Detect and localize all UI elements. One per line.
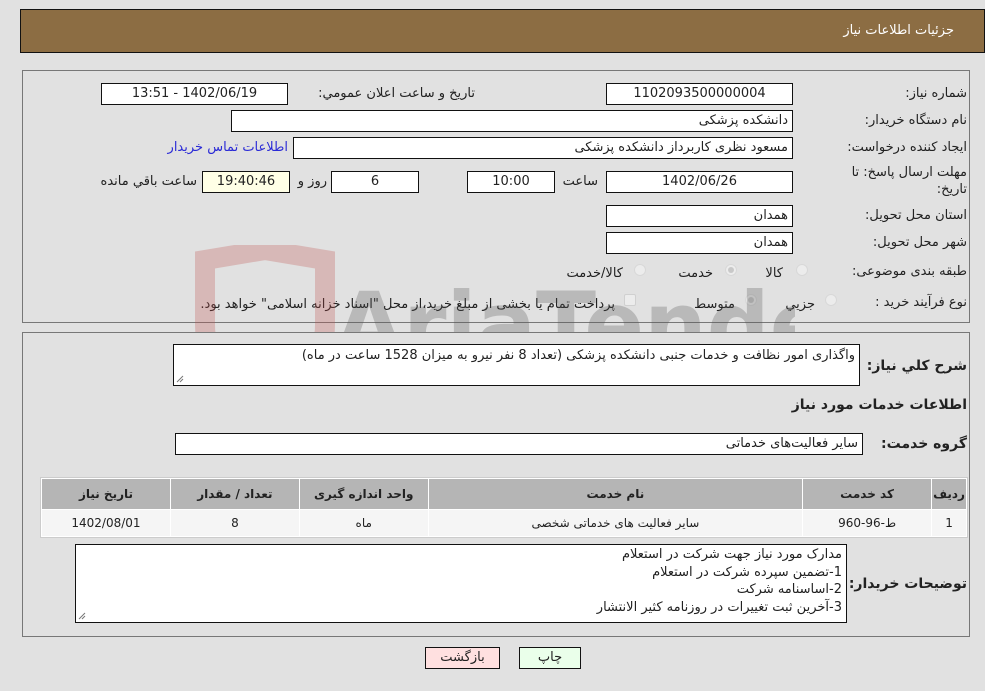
page-title: جزئیات اطلاعات نیاز <box>843 23 954 38</box>
cell-unit: ماه <box>299 510 428 536</box>
days-label: روز و <box>297 174 327 189</box>
province-field: همدان <box>606 205 793 227</box>
city-field: همدان <box>606 232 793 254</box>
category-radio-goods[interactable] <box>796 264 808 276</box>
remaining-time-field: 19:40:46 <box>202 171 290 193</box>
col-row-number: ردیف <box>932 479 966 509</box>
deadline-time-field: 10:00 <box>467 171 555 193</box>
col-service-name: نام خدمت <box>428 479 803 509</box>
announce-label: تاریخ و ساعت اعلان عمومي: <box>318 86 475 101</box>
cell-service-name: سایر فعالیت های خدماتی شخصی <box>428 510 803 536</box>
category-option-goods: کالا <box>765 266 783 281</box>
city-label: شهر محل تحویل: <box>872 235 967 250</box>
category-option-goods-service: کالا/خدمت <box>566 266 623 281</box>
treasury-note: پرداخت تمام یا بخشی از مبلغ خرید،از محل … <box>200 297 615 312</box>
days-remaining-field: 6 <box>331 171 419 193</box>
description-text: واگذاری امور نظافت و خدمات جنبی دانشکده … <box>301 348 855 363</box>
cell-service-code: ط-96-960 <box>803 510 932 536</box>
treasury-checkbox[interactable] <box>624 294 636 306</box>
creator-field: مسعود نظری کاربرداز دانشکده پزشکی <box>293 137 793 159</box>
table-row: 1 ط-96-960 سایر فعالیت های خدماتی شخصی م… <box>42 510 966 536</box>
need-number-field: 1102093500000004 <box>606 83 793 105</box>
table-header-row: ردیف کد خدمت نام خدمت واحد اندازه گیری ت… <box>42 479 966 509</box>
services-table: ردیف کد خدمت نام خدمت واحد اندازه گیری ت… <box>40 477 968 538</box>
description-label: شرح کلي نياز: <box>866 358 967 374</box>
description-textarea[interactable]: واگذاری امور نظافت و خدمات جنبی دانشکده … <box>173 344 860 386</box>
col-unit: واحد اندازه گیری <box>299 479 428 509</box>
back-button[interactable]: بازگشت <box>425 647 500 669</box>
buyer-note-line: 1-تضمین سپرده شرکت در استعلام <box>652 564 842 580</box>
buyer-note-line: مدارک مورد نیاز جهت شرکت در استعلام <box>621 547 842 562</box>
services-heading: اطلاعات خدمات مورد نیاز <box>791 397 967 413</box>
service-group-label: گروه خدمت: <box>881 436 967 452</box>
process-option-minor: جزيي <box>785 297 815 312</box>
resize-grip-icon[interactable] <box>176 375 184 383</box>
cell-row-number: 1 <box>932 510 966 536</box>
services-table-wrap: ردیف کد خدمت نام خدمت واحد اندازه گیری ت… <box>40 477 968 538</box>
need-info-panel <box>22 70 970 323</box>
buyer-org-label: نام دستگاه خريدار: <box>864 113 967 128</box>
process-radio-medium[interactable] <box>745 294 757 306</box>
announce-field: 1402/06/19 - 13:51 <box>101 83 288 105</box>
remaining-time-label: ساعت باقي مانده <box>100 174 197 189</box>
cell-quantity: 8 <box>170 510 299 536</box>
resize-grip-icon[interactable] <box>78 612 86 620</box>
buyer-note-line: 2-اساسنامه شرکت <box>736 582 842 597</box>
buyer-contact-link[interactable]: اطلاعات تماس خریدار <box>168 140 288 155</box>
cell-need-date: 1402/08/01 <box>42 510 170 536</box>
col-service-code: کد خدمت <box>803 479 932 509</box>
process-option-medium: متوسط <box>694 297 735 312</box>
creator-label: ایجاد کننده درخواست: <box>847 140 967 155</box>
category-option-service: خدمت <box>678 266 713 281</box>
service-group-field: سایر فعالیت‌های خدماتی <box>175 433 863 455</box>
need-number-label: شماره نیاز: <box>905 86 967 101</box>
deadline-date-field: 1402/06/26 <box>606 171 793 193</box>
deadline-label-line1: مهلت ارسال پاسخ: تا <box>851 165 967 180</box>
buyer-note-line: 3-آخرین ثبت تغییرات در روزنامه کثیر الان… <box>596 599 842 615</box>
buyer-notes-label: توضیحات خریدار: <box>848 576 967 592</box>
category-label: طبقه بندی موضوعی: <box>851 264 967 279</box>
province-label: استان محل تحویل: <box>865 208 967 223</box>
deadline-label-line2: تاریخ: <box>936 182 967 197</box>
buyer-notes-textarea[interactable]: مدارک مورد نیاز جهت شرکت در استعلام 1-تض… <box>75 544 847 623</box>
process-radio-minor[interactable] <box>825 294 837 306</box>
deadline-time-label: ساعت <box>562 174 598 189</box>
category-radio-service[interactable] <box>725 264 737 276</box>
process-type-label: نوع فرآیند خرید : <box>875 295 967 310</box>
col-quantity: تعداد / مقدار <box>170 479 299 509</box>
buyer-org-field: دانشکده پزشکی <box>231 110 793 132</box>
print-button[interactable]: چاپ <box>519 647 581 669</box>
col-need-date: تاریخ نیاز <box>42 479 170 509</box>
page-header: جزئیات اطلاعات نیاز <box>20 9 985 53</box>
category-radio-goods-service[interactable] <box>634 264 646 276</box>
